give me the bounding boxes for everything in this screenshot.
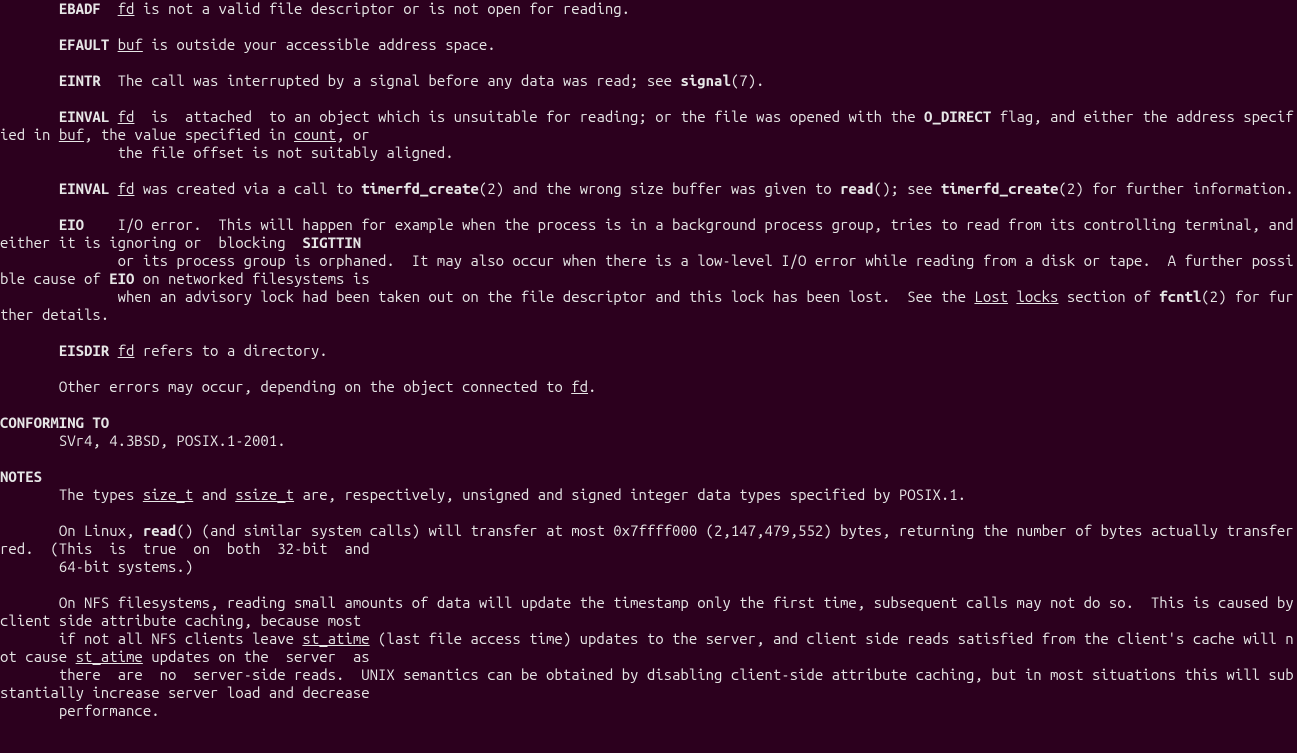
notes-p2-read: read: [143, 522, 177, 539]
err-einval1-arg: fd: [118, 108, 135, 125]
err-eio-l3a: when an advisory lock had been taken out…: [0, 288, 974, 305]
notes-p1-t3: are, respectively, unsigned and signed i…: [294, 486, 966, 503]
err-eio-t1: I/O error. This will happen for example …: [0, 216, 1297, 251]
conforming-text: SVr4, 4.3BSD, POSIX.1-2001.: [0, 432, 286, 449]
err-eio-l2b: on networked filesystems is: [134, 270, 369, 287]
notes-p3-l2c: updates on the server as: [143, 648, 370, 665]
notes-p2-t1: On Linux,: [0, 522, 143, 539]
err-einval1-t1: is attached to an object which is unsuit…: [134, 108, 924, 125]
err-einval2-t1: was created via a call to: [134, 180, 361, 197]
notes-p3-st2: st_atime: [76, 648, 143, 665]
err-eio-locks: locks: [1016, 288, 1058, 305]
notes-p3-l1: On NFS filesystems, reading small amount…: [0, 594, 1297, 629]
err-einval2-tfd: timerfd_create: [361, 180, 479, 197]
err-einval2-t4: (2) for further information.: [1058, 180, 1293, 197]
manpage-content: EBADF fd is not a valid file descriptor …: [0, 0, 1297, 720]
err-eio-fcntl: fcntl: [1159, 288, 1201, 305]
err-einval2-tag: EINVAL: [59, 180, 109, 197]
err-eintr-t1: The call was interrupted by a signal bef…: [101, 72, 681, 89]
err-einval1-flag: O_DIRECT: [924, 108, 991, 125]
notes-p3-l2a: if not all NFS clients leave: [0, 630, 302, 647]
err-efault-arg: buf: [118, 36, 143, 53]
err-efault-text: is outside your accessible address space…: [143, 36, 496, 53]
err-eisdir-text: refers to a directory.: [134, 342, 327, 359]
section-notes: NOTES: [0, 468, 42, 485]
notes-p1-t2: and: [193, 486, 235, 503]
err-eisdir-arg: fd: [118, 342, 135, 359]
err-einval1-t3: , the value specified in: [84, 126, 294, 143]
err-eio-sig: SIGTTIN: [302, 234, 361, 251]
err-efault-tag: EFAULT: [59, 36, 109, 53]
notes-p1-sizet: size_t: [143, 486, 193, 503]
err-einval2-t2: (2) and the wrong size buffer was given …: [479, 180, 840, 197]
notes-p3-l3: there are no server-side reads. UNIX sem…: [0, 666, 1294, 701]
err-other-t2: .: [588, 378, 596, 395]
err-einval1-count: count: [294, 126, 336, 143]
err-other-fd: fd: [571, 378, 588, 395]
err-eintr-sig: signal: [680, 72, 730, 89]
err-ebadf-arg: fd: [118, 0, 135, 17]
err-eintr-t2: (7).: [731, 72, 765, 89]
section-conforming: CONFORMING TO: [0, 414, 109, 431]
err-einval2-t3: (); see: [874, 180, 941, 197]
err-einval1-tag: EINVAL: [59, 108, 109, 125]
notes-p2-l2: 64-bit systems.): [0, 558, 193, 575]
err-einval2-read: read: [840, 180, 874, 197]
err-other-t1: Other errors may occur, depending on the…: [0, 378, 571, 395]
err-eio-tag: EIO: [59, 216, 84, 233]
err-eisdir-tag: EISDIR: [59, 342, 109, 359]
err-einval2-arg: fd: [118, 180, 135, 197]
err-ebadf-text: is not a valid file descriptor or is not…: [134, 0, 630, 17]
notes-p3-l4: performance.: [0, 702, 160, 719]
err-einval1-buf: buf: [59, 126, 84, 143]
err-eio-l3b: section of: [1058, 288, 1159, 305]
notes-p1-t1: The types: [0, 486, 143, 503]
err-eio-eio2: EIO: [109, 270, 134, 287]
err-ebadf-tag: EBADF: [59, 0, 101, 17]
err-eio-lost: Lost: [974, 288, 1008, 305]
err-einval1-t4: , or: [336, 126, 370, 143]
notes-p3-st1: st_atime: [302, 630, 369, 647]
err-einval1-line2: the file offset is not suitably aligned.: [0, 144, 454, 161]
notes-p1-ssizet: ssize_t: [235, 486, 294, 503]
notes-p2-t2: () (and similar system calls) will trans…: [0, 522, 1294, 557]
err-eintr-tag: EINTR: [59, 72, 101, 89]
err-einval2-tfd2: timerfd_create: [941, 180, 1059, 197]
